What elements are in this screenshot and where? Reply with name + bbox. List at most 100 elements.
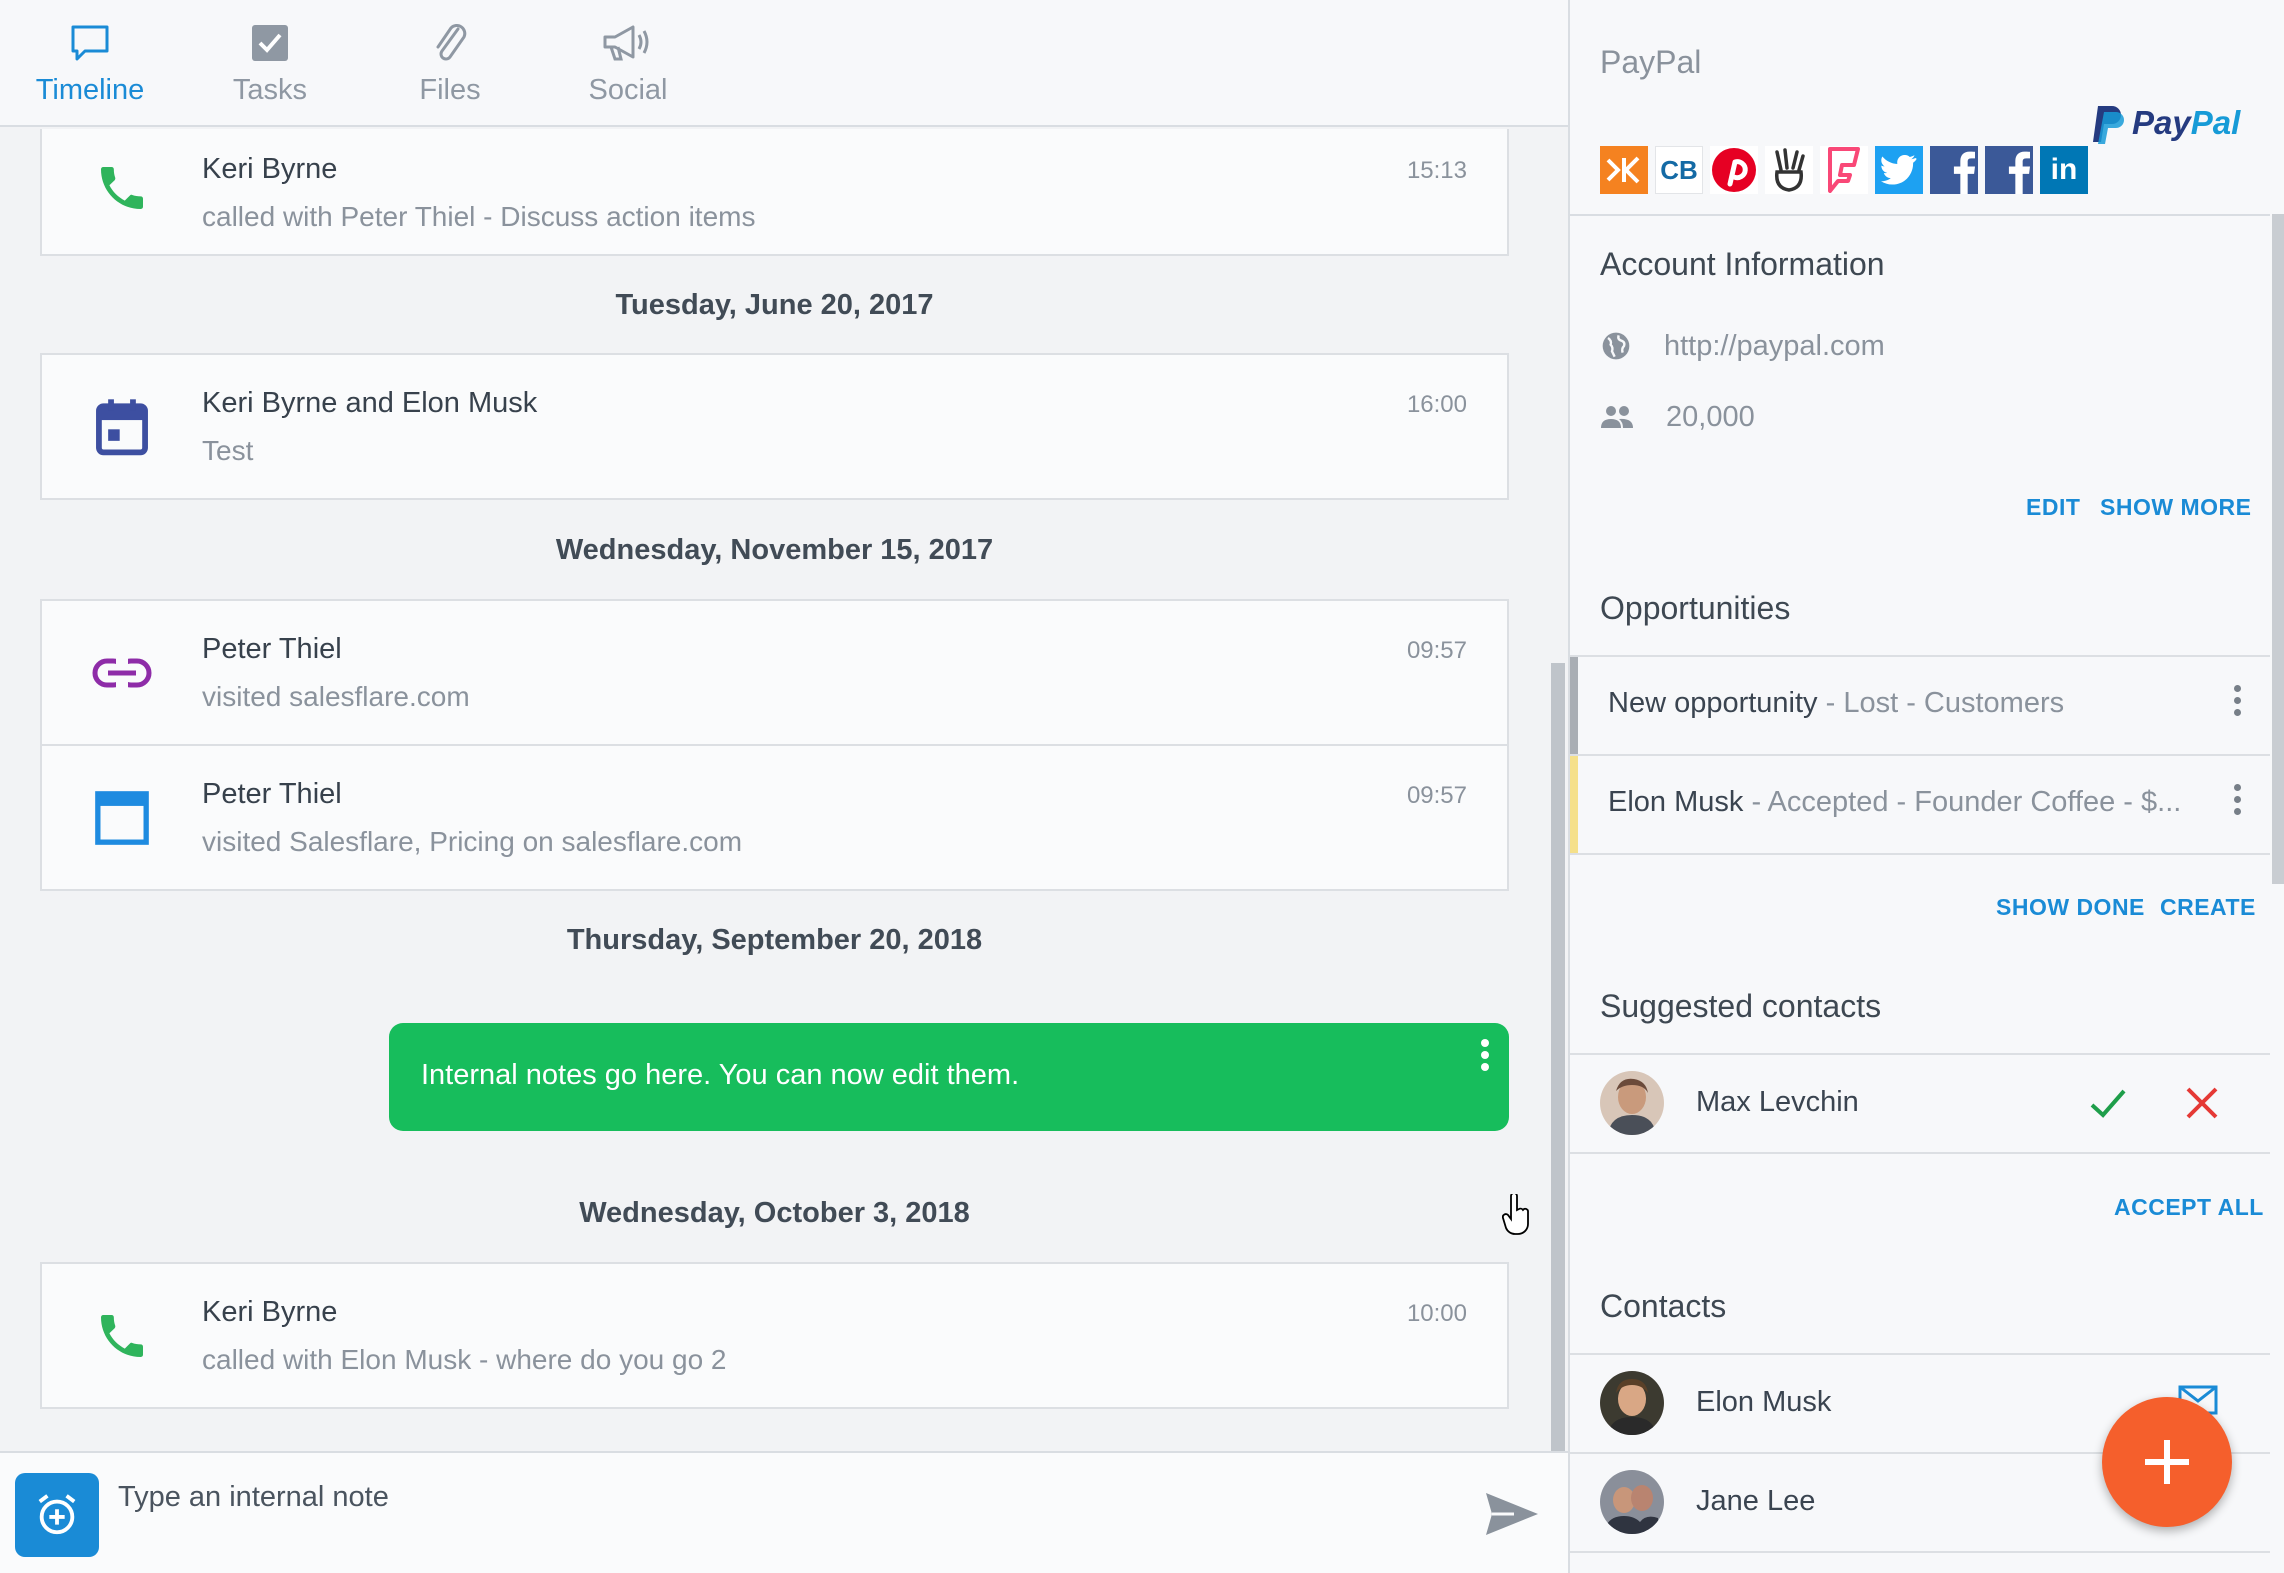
accept-contact-button[interactable] (2088, 1083, 2128, 1128)
megaphone-icon (538, 18, 718, 68)
contact-name: Max Levchin (1696, 1086, 1859, 1118)
edit-account-button[interactable]: EDIT (2026, 494, 2080, 521)
phone-icon (90, 1264, 154, 1407)
note-menu-icon[interactable] (1479, 1039, 1491, 1079)
create-opportunity-button[interactable]: CREATE (2160, 894, 2256, 921)
divider (1570, 214, 2270, 216)
opportunity-status: - Accepted (1743, 786, 1889, 818)
timeline-entry[interactable]: Keri Byrne and Elon Musk Test 16:00 (40, 353, 1509, 500)
tab-label: Tasks (232, 74, 308, 106)
close-icon (2186, 1087, 2218, 1119)
show-done-button[interactable]: SHOW DONE (1996, 894, 2145, 921)
entry-subtitle: called with Elon Musk - where do you go … (202, 1344, 727, 1375)
accept-all-button[interactable]: ACCEPT ALL (2114, 1194, 2264, 1221)
sidebar-scrollbar[interactable] (2272, 214, 2284, 884)
angellist-icon[interactable] (1765, 146, 1813, 194)
opportunity-stage: - Founder Coffee (1888, 786, 2116, 818)
contacts-heading: Contacts (1600, 1288, 1727, 1324)
opportunity-name: Elon Musk (1608, 786, 1744, 818)
avatar (1600, 1071, 1664, 1135)
people-icon (1601, 406, 1633, 428)
timeline-entry[interactable]: Peter Thiel visited Salesflare, Pricing … (40, 744, 1509, 891)
add-floating-button[interactable] (2102, 1397, 2232, 1527)
entry-title: Peter Thiel (202, 633, 342, 665)
entry-time: 10:00 (1406, 1300, 1467, 1327)
add-reminder-button[interactable] (15, 1473, 99, 1557)
entry-subtitle: visited salesflare.com (202, 681, 470, 712)
social-links: CB in (1600, 146, 2088, 194)
klout-icon[interactable] (1600, 146, 1648, 194)
twitter-icon[interactable] (1875, 146, 1923, 194)
logo-text-pal: Pal (2190, 104, 2241, 141)
plus-icon (2145, 1440, 2189, 1484)
opportunity-text: New opportunity - Lost - Customers (1608, 687, 2064, 720)
internal-note[interactable]: Internal notes go here. You can now edit… (389, 1023, 1509, 1131)
date-separator: Wednesday, November 15, 2017 (555, 534, 994, 566)
linkedin-icon[interactable]: in (2040, 146, 2088, 194)
tab-social[interactable]: Social (538, 18, 718, 118)
reject-contact-button[interactable] (2184, 1085, 2220, 1126)
tab-bar: Timeline Tasks Files Social (0, 0, 1568, 127)
date-separator: Thursday, September 20, 2018 (566, 924, 983, 956)
company-logo: PayPal (2132, 104, 2240, 142)
account-sidebar: PayPal PayPal CB in Account Information … (1568, 0, 2284, 1573)
divider (1570, 853, 2270, 855)
facebook-icon-2[interactable] (1985, 146, 2033, 194)
timeline-entry[interactable]: Peter Thiel visited salesflare.com 09:57 (40, 599, 1509, 746)
employees-row: 20,000 (1600, 397, 1755, 437)
opportunity-status-bar (1570, 756, 1578, 853)
browser-window-icon (90, 746, 154, 889)
opportunity-stage: - Customers (1898, 687, 2065, 719)
date-separator: Wednesday, October 3, 2018 (579, 1197, 970, 1229)
tab-tasks[interactable]: Tasks (180, 18, 360, 118)
entry-time: 16:00 (1406, 391, 1467, 418)
entry-title: Peter Thiel (202, 778, 342, 810)
employees-text: 20,000 (1666, 400, 1755, 433)
opportunity-item[interactable]: New opportunity - Lost - Customers (1570, 657, 2270, 754)
foursquare-icon[interactable] (1820, 146, 1868, 194)
pinterest-icon[interactable] (1710, 146, 1758, 194)
avatar (1600, 1371, 1664, 1435)
entry-time: 09:57 (1406, 637, 1467, 664)
opportunity-status: - Lost (1817, 687, 1899, 719)
facebook-icon[interactable] (1930, 146, 1978, 194)
tab-label: Timeline (35, 74, 145, 106)
account-info-heading: Account Information (1600, 246, 1885, 282)
date-separator: Tuesday, June 20, 2017 (615, 289, 934, 321)
contact-name: Jane Lee (1696, 1485, 1816, 1517)
crunchbase-icon[interactable]: CB (1655, 146, 1703, 194)
entry-time: 09:57 (1406, 782, 1467, 809)
logo-text-pay: Pay (2132, 104, 2191, 141)
entry-title: Keri Byrne (202, 153, 338, 185)
note-text: Internal notes go here. You can now edit… (421, 1059, 1020, 1091)
opportunities-heading: Opportunities (1600, 590, 1791, 626)
timeline-feed[interactable]: Keri Byrne called with Peter Thiel - Dis… (0, 129, 1568, 1451)
more-vert-icon[interactable] (2232, 784, 2242, 824)
entry-title: Keri Byrne (202, 1296, 338, 1328)
chat-bubble-icon (0, 18, 180, 68)
website-row[interactable]: http://paypal.com (1600, 326, 1885, 366)
company-name: PayPal (1600, 44, 1702, 80)
entry-subtitle: called with Peter Thiel - Discuss action… (202, 201, 756, 232)
note-input[interactable] (118, 1477, 1418, 1517)
check-icon (2090, 1089, 2126, 1118)
note-composer (0, 1451, 1568, 1573)
entry-subtitle: visited Salesflare, Pricing on salesflar… (202, 826, 743, 857)
paperclip-icon (360, 18, 540, 68)
opportunity-text: Elon Musk - Accepted - Founder Coffee - … (1608, 786, 2181, 819)
tab-timeline[interactable]: Timeline (0, 18, 180, 118)
send-icon[interactable] (1484, 1489, 1540, 1544)
timeline-entry[interactable]: Keri Byrne called with Peter Thiel - Dis… (40, 129, 1509, 256)
tab-files[interactable]: Files (360, 18, 540, 118)
entry-time: 15:13 (1406, 157, 1467, 184)
timeline-scrollbar[interactable] (1551, 663, 1565, 1451)
link-icon (90, 601, 154, 744)
suggested-contact-item[interactable]: Max Levchin (1570, 1055, 2270, 1152)
tab-label: Social (588, 74, 668, 106)
timeline-entry[interactable]: Keri Byrne called with Elon Musk - where… (40, 1262, 1509, 1409)
opportunity-item[interactable]: Elon Musk - Accepted - Founder Coffee - … (1570, 756, 2270, 853)
entry-subtitle: Test (202, 435, 254, 466)
checkbox-icon (180, 18, 360, 68)
more-vert-icon[interactable] (2232, 685, 2242, 725)
show-more-button[interactable]: SHOW MORE (2100, 494, 2251, 521)
